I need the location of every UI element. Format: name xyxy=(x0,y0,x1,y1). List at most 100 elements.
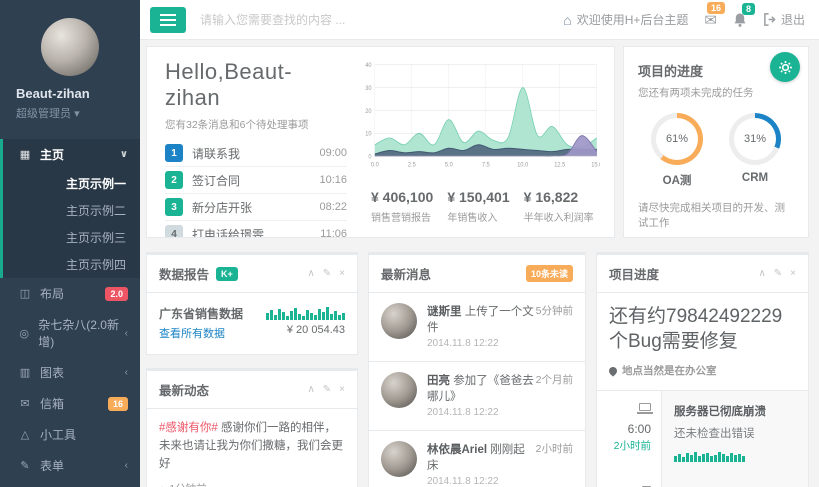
chevron-up-icon[interactable]: ∧ xyxy=(758,268,765,279)
sidebar-item[interactable]: 主页示例三 xyxy=(0,224,140,251)
main-column: ⌂ 欢迎使用H+后台主题 ✉ 16 8 xyxy=(140,0,819,487)
message-row[interactable]: 林依晨Ariel 刚刚起床 2014.11.8 12:22 2小时前 xyxy=(369,431,585,487)
message-date: 2014.11.8 12:22 xyxy=(427,407,536,418)
svg-text:10.0: 10.0 xyxy=(517,161,529,169)
message-row[interactable]: 田亮 参加了《爸爸去哪儿》 2014.11.8 12:22 2个月前 xyxy=(369,362,585,431)
message-date: 2014.11.8 12:22 xyxy=(427,476,536,487)
sidebar-item[interactable]: △ 小工具 xyxy=(0,419,140,450)
sidebar-badge: 2.0 xyxy=(105,287,128,301)
sales-area-chart: 0102030400.02.55.07.510.012.515.0 xyxy=(357,59,600,181)
timeline-item[interactable]: 7:00 3小时前 修复了0.5个bug 重启服务 xyxy=(597,474,808,487)
timeline-item[interactable]: 6:00 2小时前 服务器已彻底崩溃 还未检查出错误 xyxy=(597,391,808,474)
message-list: 谜斯里 上传了一个文件 2014.11.8 12:22 5分钟前 xyxy=(369,293,585,487)
user-avatar xyxy=(41,18,99,76)
laptop-icon xyxy=(639,403,651,411)
task-row[interactable]: 4 打电话给璟雯 11:06 xyxy=(165,221,347,238)
svg-text:12.5: 12.5 xyxy=(554,161,566,169)
task-row[interactable]: 1 请联系我 09:00 xyxy=(165,140,347,167)
wrench-icon[interactable]: ✎ xyxy=(323,384,331,395)
avatar xyxy=(381,441,417,477)
panel-badge: K+ xyxy=(216,267,238,281)
sidebar-item[interactable]: ◫ 布局 2.0 xyxy=(0,278,140,309)
wrench-icon[interactable]: ✎ xyxy=(774,268,782,279)
map-marker-icon xyxy=(607,365,618,376)
close-icon[interactable]: × xyxy=(339,384,345,395)
messages-panel: 最新消息 10条未读 xyxy=(368,252,586,487)
svg-text:5.0: 5.0 xyxy=(445,161,453,169)
unread-badge: 10条未读 xyxy=(526,265,573,282)
search-input[interactable] xyxy=(200,13,450,27)
sidebar-item[interactable]: ◎ 杂七杂八(2.0新增) ‹ xyxy=(0,309,140,357)
bug-progress-panel: 项目进度 ∧ ✎ × 还有约79842492229个Bug需要修复 xyxy=(596,252,809,487)
stat-item: ¥ 406,100 销售营销报告 xyxy=(371,189,447,224)
activity-panel: 最新动态 ∧ ✎ × #感谢有你# xyxy=(146,368,358,487)
close-icon[interactable]: × xyxy=(339,268,345,279)
form-icon: ✎ xyxy=(17,459,33,472)
stat-item: ¥ 150,401 年销售收入 xyxy=(447,189,523,224)
panel-subtitle: 您还有两项未完成的任务 xyxy=(638,85,794,100)
timeline-title: 服务器已彻底崩溃 xyxy=(674,403,796,419)
message-sender[interactable]: 林依晨Ariel xyxy=(427,444,487,456)
panel-title: 数据报告 xyxy=(159,264,209,283)
donut-label: CRM xyxy=(729,172,781,184)
stat-value: ¥ 150,401 xyxy=(447,189,523,205)
svg-text:10: 10 xyxy=(365,130,372,138)
logout-button[interactable]: 退出 xyxy=(763,11,805,28)
hero-panel: Hello,Beaut-zihan 您有32条消息和6个待处理事项 1 请联系我… xyxy=(146,46,615,238)
globe-icon: ◎ xyxy=(17,327,31,340)
feed-post: #感谢有你# 感谢你们一路的相伴，未来也请让我为你们撒糖，我们会更好 ◔ 1分钟… xyxy=(147,409,357,487)
stat-value: ¥ 16,822 xyxy=(524,189,600,205)
sidebar-item[interactable]: 主页示例四 xyxy=(0,251,140,278)
timeline-time: 6:00 xyxy=(597,422,651,436)
chevron-up-icon[interactable]: ∧ xyxy=(307,268,314,279)
task-row[interactable]: 2 签订合同 10:16 xyxy=(165,167,347,194)
sidebar-item[interactable]: 主页示例一 xyxy=(0,170,140,197)
bell-icon[interactable]: 8 xyxy=(733,12,747,28)
grid-icon: ▦ xyxy=(17,148,33,161)
task-list: 1 请联系我 09:00 2 签订合同 10:16 xyxy=(165,140,347,238)
message-date: 2014.11.8 12:22 xyxy=(427,338,536,349)
user-role: 超级管理员 xyxy=(16,108,71,120)
task-number-badge: 2 xyxy=(165,171,183,189)
donut-chart: 31% CRM xyxy=(729,113,781,188)
sidebar-item[interactable]: ▦ 主页 ∨ xyxy=(0,139,140,170)
sidebar-item[interactable]: ⊡ 页面 推荐 xyxy=(0,481,140,487)
chevron-up-icon[interactable]: ∧ xyxy=(307,384,314,395)
task-number-badge: 3 xyxy=(165,198,183,216)
wrench-icon[interactable]: ✎ xyxy=(323,268,331,279)
view-all-data-link[interactable]: 查看所有数据 xyxy=(159,325,225,341)
close-icon[interactable]: × xyxy=(790,268,796,279)
message-sender[interactable]: 谜斯里 xyxy=(427,306,462,318)
task-time: 11:06 xyxy=(320,228,347,238)
task-label: 打电话给璟雯 xyxy=(192,226,320,239)
chevron-icon: ‹ xyxy=(125,367,128,378)
mail-icon: ✉ xyxy=(17,397,33,410)
gear-icon[interactable] xyxy=(770,52,800,82)
task-row[interactable]: 3 新分店开张 08:22 xyxy=(165,194,347,221)
sidebar-item[interactable]: 主页示例二 xyxy=(0,197,140,224)
sidebar-item[interactable]: ✉ 信箱 16 xyxy=(0,388,140,419)
sidebar-item[interactable]: ✎ 表单 ‹ xyxy=(0,450,140,481)
stat-label: 销售营销报告 xyxy=(371,209,447,224)
report-sparkline xyxy=(266,305,345,320)
post-tag-link[interactable]: #感谢有你# xyxy=(159,422,218,434)
message-ago: 5分钟前 xyxy=(536,303,573,349)
bell-badge: 8 xyxy=(742,3,755,15)
mail-icon[interactable]: ✉ 16 xyxy=(704,11,717,29)
profile-section: Beaut-zihan 超级管理员 ▾ xyxy=(0,0,140,133)
sidebar-item-label: 主页 xyxy=(40,146,64,163)
user-role-dropdown[interactable]: 超级管理员 ▾ xyxy=(14,105,126,121)
svg-text:2.5: 2.5 xyxy=(408,161,416,169)
sidebar-item[interactable]: ▥ 图表 ‹ xyxy=(0,357,140,388)
task-number-badge: 1 xyxy=(165,144,183,162)
hamburger-icon[interactable] xyxy=(150,7,186,33)
avatar xyxy=(381,372,417,408)
donut-chart: 61% OA测 xyxy=(651,113,703,188)
stat-label: 半年收入利润率 xyxy=(524,209,600,224)
message-sender[interactable]: 田亮 xyxy=(427,375,450,387)
message-row[interactable]: 谜斯里 上传了一个文件 2014.11.8 12:22 5分钟前 xyxy=(369,293,585,362)
sidebar-item-label: 主页示例四 xyxy=(66,256,126,273)
donut-label: OA测 xyxy=(651,172,703,188)
panel-title: 最新动态 xyxy=(159,380,209,399)
location-line: 地点当然是在办公室 xyxy=(609,363,796,378)
